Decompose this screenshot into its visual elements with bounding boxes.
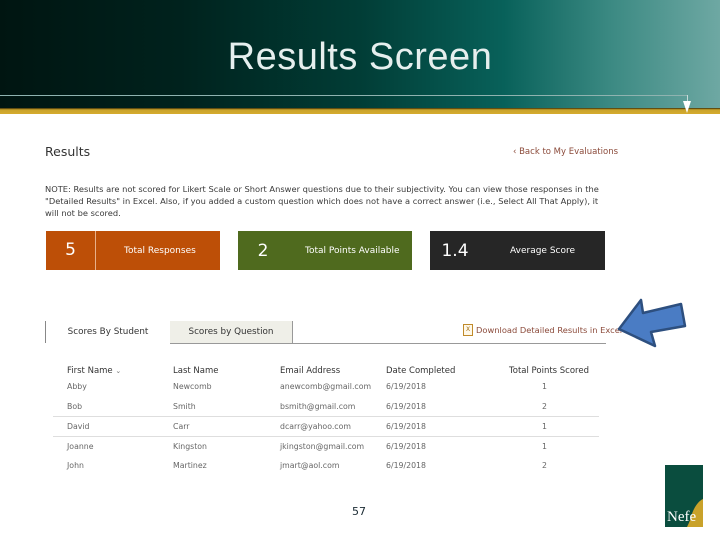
cell-points: 2 [542,461,547,470]
slide-title: Results Screen [227,36,493,78]
cell-first-name: Abby [67,382,87,391]
header-marker-icon [683,101,691,113]
download-excel-link[interactable]: X Download Detailed Results in Excel [463,324,622,336]
stat-total-points-available: 2 Total Points Available [238,231,412,270]
row-divider [53,436,599,437]
cell-date: 6/19/2018 [386,442,426,451]
row-divider [53,416,599,417]
column-header-last-name[interactable]: Last Name [173,366,218,376]
results-heading: Results [45,144,91,159]
cell-first-name: Bob [67,402,83,411]
column-header-first-name[interactable]: First Name ⌄ [67,366,121,376]
cell-date: 6/19/2018 [386,382,426,391]
chevron-down-icon: ⌄ [115,367,122,375]
callout-arrow-icon [617,298,687,348]
cell-first-name: David [67,422,90,431]
cell-first-name: Joanne [67,442,94,451]
column-header-email[interactable]: Email Address [280,366,340,376]
stat-label: Total Points Available [305,245,400,256]
stat-label: Total Responses [124,245,196,256]
cell-email: anewcomb@gmail.com [280,382,372,391]
stat-total-responses: 5 Total Responses [46,231,220,270]
nefe-logo: Nefe [665,465,703,527]
gold-band [0,108,720,114]
cell-email: dcarr@yahoo.com [280,422,351,431]
header-divider [0,95,688,96]
cell-last-name: Martinez [173,461,207,470]
cell-date: 6/19/2018 [386,402,426,411]
cell-date: 6/19/2018 [386,422,426,431]
cell-points: 1 [542,442,547,451]
cell-last-name: Smith [173,402,196,411]
cell-points: 1 [542,422,547,431]
column-header-date-completed[interactable]: Date Completed [386,366,455,376]
column-header-total-points[interactable]: Total Points Scored [509,366,589,376]
tabs-divider [170,343,606,344]
cell-email: bsmith@gmail.com [280,402,356,411]
stat-value: 2 [257,240,269,261]
stat-value: 5 [46,231,96,270]
stat-average-score: 1.4 Average Score [430,231,605,270]
tab-scores-by-student[interactable]: Scores By Student [46,321,170,343]
stat-value: 1.4 [441,240,469,261]
cell-date: 6/19/2018 [386,461,426,470]
cell-points: 1 [542,382,547,391]
stat-label: Average Score [510,245,576,256]
page-number: 57 [352,505,366,518]
logo-text: Nefe [667,509,696,525]
download-label: Download Detailed Results in Excel [476,325,623,335]
results-note: NOTE: Results are not scored for Likert … [45,184,599,218]
cell-last-name: Newcomb [173,382,212,391]
cell-last-name: Kingston [173,442,208,451]
cell-first-name: John [67,461,84,470]
column-header-label: First Name [67,366,113,376]
cell-points: 2 [542,402,547,411]
cell-email: jkingston@gmail.com [280,442,365,451]
tab-scores-by-question[interactable]: Scores by Question [170,321,293,343]
slide-header: Results Screen [0,0,720,108]
cell-last-name: Carr [173,422,190,431]
excel-file-icon: X [463,324,473,336]
cell-email: jmart@aol.com [280,461,340,470]
back-to-evaluations-link[interactable]: ‹ Back to My Evaluations [513,147,618,157]
